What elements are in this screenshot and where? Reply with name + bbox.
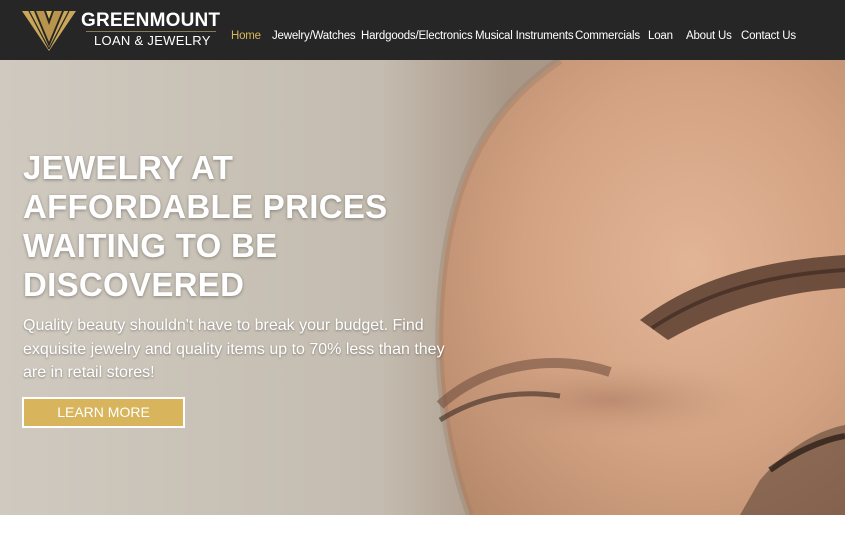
nav-contact-us[interactable]: Contact Us: [741, 30, 796, 42]
nav-musical-instruments[interactable]: Musical Instruments: [475, 30, 574, 42]
nav-loan[interactable]: Loan: [648, 30, 673, 42]
learn-more-button[interactable]: LEARN MORE: [22, 397, 185, 428]
site-header: GREENMOUNT LOAN & JEWELRY Home Jewelry/W…: [0, 0, 845, 60]
brand-tagline: LOAN & JEWELRY: [94, 33, 211, 48]
logo-divider: [86, 31, 216, 32]
nav-home[interactable]: Home: [231, 30, 261, 42]
nav-commercials[interactable]: Commercials: [575, 30, 640, 42]
content-area: [0, 515, 845, 559]
chevron-diamond-logo-icon: [22, 10, 76, 51]
nav-hardgoods-electronics[interactable]: Hardgoods/Electronics: [361, 30, 473, 42]
brand-name: GREENMOUNT: [81, 10, 221, 31]
nav-jewelry-watches[interactable]: Jewelry/Watches: [272, 30, 356, 42]
nav-about-us[interactable]: About Us: [686, 30, 732, 42]
hero-title: JEWELRY AT AFFORDABLE PRICES WAITING TO …: [23, 149, 388, 303]
hero-banner: JEWELRY AT AFFORDABLE PRICES WAITING TO …: [0, 60, 845, 515]
site-logo[interactable]: GREENMOUNT LOAN & JEWELRY: [22, 8, 227, 52]
hero-description: Quality beauty shouldn't have to break y…: [23, 317, 445, 381]
